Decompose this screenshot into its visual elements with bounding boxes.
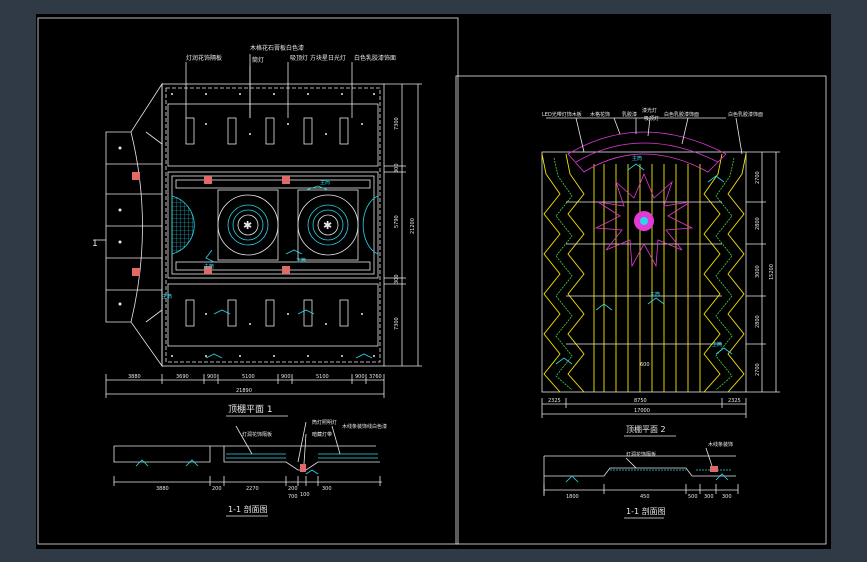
section-1-callout-1: 灯润花饰隔板 bbox=[242, 431, 272, 438]
callout-1-5: 白色乳胶漆饰面 bbox=[354, 54, 396, 62]
svg-text:主筒: 主筒 bbox=[296, 257, 306, 264]
dim-r-3: 5790 bbox=[394, 215, 400, 228]
sheet-1-callouts: 灯润花饰隔板 木格花石膏板白色漆 筒灯 吸顶灯 方块星日光灯 白色乳胶漆饰面 bbox=[185, 44, 396, 118]
dim-r-2: 300 bbox=[394, 163, 400, 173]
dim-r-5: 7300 bbox=[394, 317, 400, 330]
dim2-b-2: 8750 bbox=[634, 398, 647, 404]
plan-1-title: 顶棚平面 1 bbox=[228, 403, 273, 415]
sheet-2-ceiling-plan: 主筒 主筒 主筒 600 bbox=[541, 131, 747, 393]
medallion-left: ✱ bbox=[217, 189, 279, 261]
callout-2-7: 白色乳胶漆饰面 bbox=[728, 111, 763, 118]
dim-b-6: 5100 bbox=[316, 374, 329, 380]
sheet-2-frame bbox=[455, 75, 827, 545]
dim-r-1: 7300 bbox=[394, 117, 400, 130]
sheet-1-side-wing: 1 bbox=[92, 82, 163, 368]
dim2-b-3: 2325 bbox=[728, 398, 741, 404]
section-1-dim-5: 100 bbox=[300, 492, 310, 498]
callout-2-6: 白色乳胶漆饰面 bbox=[664, 111, 699, 118]
sheet-2-dims-right: 2700 2800 3000 2800 2700 15200 bbox=[746, 151, 780, 393]
grid-medallion bbox=[171, 195, 195, 255]
sheet-1-ceiling-plan: ✱ ✱ 主筒 主筒 主筒 主筒 bbox=[161, 83, 385, 367]
section-2-dim-5: 300 bbox=[722, 494, 732, 500]
callout-2-2: 木格花饰 bbox=[590, 111, 610, 118]
sheet-1: 1 ✱ ✱ 主筒 主筒 主筒 主筒 灯润花饰隔板 木格花石膏板白色漆 筒灯 吸顶… bbox=[37, 17, 459, 545]
dim-b-1: 3880 bbox=[128, 374, 141, 380]
plan-2-title: 顶棚平面 2 bbox=[626, 424, 666, 434]
section-2-dim-2: 450 bbox=[640, 494, 650, 500]
sheet-2-section: 灯润花饰隔板 木线条装饰 1800 450 500 300 300 bbox=[543, 441, 739, 500]
section-2-callout-1: 灯润花饰隔板 bbox=[626, 451, 656, 458]
cad-drawing-canvas[interactable]: 1 ✱ ✱ 主筒 主筒 主筒 主筒 灯润花饰隔板 木格花石膏板白色漆 筒灯 吸顶… bbox=[36, 14, 831, 549]
section-1-dim-1: 3880 bbox=[156, 486, 169, 492]
section-2-dim-1: 1800 bbox=[566, 494, 579, 500]
section-1-title: 1-1 剖面图 bbox=[228, 504, 268, 514]
dim-b-8: 3760 bbox=[369, 374, 382, 380]
dim-b-5: 900 bbox=[281, 374, 291, 380]
dim-r-total: 21200 bbox=[410, 218, 416, 234]
dim2-b-1: 2325 bbox=[548, 398, 561, 404]
svg-text:✱: ✱ bbox=[323, 219, 332, 232]
callout-1-1: 灯润花饰隔板 bbox=[186, 54, 222, 62]
dim2-r-3: 3000 bbox=[755, 265, 761, 278]
svg-text:✱: ✱ bbox=[243, 219, 252, 232]
callout-1-2: 木格花石膏板白色漆 bbox=[250, 44, 304, 52]
callout-2-3: 乳胶漆 bbox=[622, 111, 637, 118]
section-1-dim-3: 2270 bbox=[246, 486, 259, 492]
section-2-dim-4: 300 bbox=[704, 494, 714, 500]
sheet-2-dims-bottom: 2325 8750 2325 17000 bbox=[541, 398, 747, 418]
medallion-right: ✱ bbox=[297, 189, 359, 261]
section-2-callout-2: 木线条装饰 bbox=[708, 441, 733, 448]
section-2-title: 1-1 剖面图 bbox=[626, 506, 666, 516]
dim-b-total: 21890 bbox=[236, 388, 252, 394]
svg-text:主筒: 主筒 bbox=[632, 155, 642, 162]
cad-drawing-viewport[interactable]: 1 ✱ ✱ 主筒 主筒 主筒 主筒 灯润花饰隔板 木格花石膏板白色漆 筒灯 吸顶… bbox=[36, 14, 831, 549]
dim-r-4: 300 bbox=[394, 274, 400, 284]
section-2-dim-3: 500 bbox=[688, 494, 698, 500]
dim2-r-4: 2800 bbox=[755, 315, 761, 328]
section-1-dim-7: 700 bbox=[288, 494, 298, 500]
dim-b-4: 5100 bbox=[242, 374, 255, 380]
svg-text:主筒: 主筒 bbox=[712, 341, 722, 348]
callout-1-3: 筒灯 bbox=[252, 56, 264, 64]
section-1-callout-2: 筒灯照明灯 bbox=[312, 419, 337, 426]
dim2-r-5: 2700 bbox=[755, 363, 761, 376]
dim2-r-2: 2800 bbox=[755, 217, 761, 230]
dim-b-7: 900 bbox=[355, 374, 365, 380]
sheet-2-callouts: LED光带灯饰木板 木格花饰 乳胶漆 漆光灯 吸顶灯 白色乳胶漆饰面 白色乳胶漆… bbox=[542, 107, 763, 155]
svg-text:主筒: 主筒 bbox=[162, 293, 172, 300]
dim-b-2: 3690 bbox=[176, 374, 189, 380]
dim2-r-1: 2700 bbox=[755, 171, 761, 184]
section-1-dim-4: 200 bbox=[288, 486, 298, 492]
svg-text:主筒: 主筒 bbox=[320, 179, 330, 186]
svg-text:主筒: 主筒 bbox=[650, 291, 660, 298]
section-1-dim-6: 300 bbox=[322, 486, 332, 492]
sheet-2: 主筒 主筒 主筒 600 LED光带灯饰木板 木格花饰 乳胶漆 漆光灯 吸顶灯 … bbox=[455, 75, 827, 545]
section-1-dim-2: 200 bbox=[212, 486, 222, 492]
dim-b-3: 900 bbox=[207, 374, 217, 380]
star-burst bbox=[594, 172, 694, 268]
sheet-1-dims-right: 7300 300 5790 300 7300 21200 bbox=[384, 83, 422, 367]
section-1-callout-4: 木线条装饰线白色漆 bbox=[342, 423, 387, 430]
callout-2-4: 漆光灯 bbox=[642, 107, 657, 114]
section-1-callout-3: 暗藏灯带 bbox=[312, 431, 332, 438]
svg-text:600: 600 bbox=[640, 362, 650, 368]
dim2-b-total: 17000 bbox=[634, 408, 650, 414]
svg-text:主筒: 主筒 bbox=[204, 263, 214, 270]
sheet-1-section: 灯润花饰隔板 筒灯照明灯 暗藏灯带 木线条装饰线白色漆 3880 200 227… bbox=[113, 419, 387, 500]
callout-2-1: LED光带灯饰木板 bbox=[542, 111, 582, 118]
dim2-r-total: 15200 bbox=[769, 264, 775, 280]
section-mark: 1 bbox=[92, 239, 98, 249]
callout-2-5: 吸顶灯 bbox=[644, 115, 659, 122]
callout-1-4: 吸顶灯 方块星日光灯 bbox=[290, 54, 346, 62]
sheet-1-dims-bottom: 3880 3690 900 5100 900 5100 900 3760 218… bbox=[105, 374, 385, 398]
